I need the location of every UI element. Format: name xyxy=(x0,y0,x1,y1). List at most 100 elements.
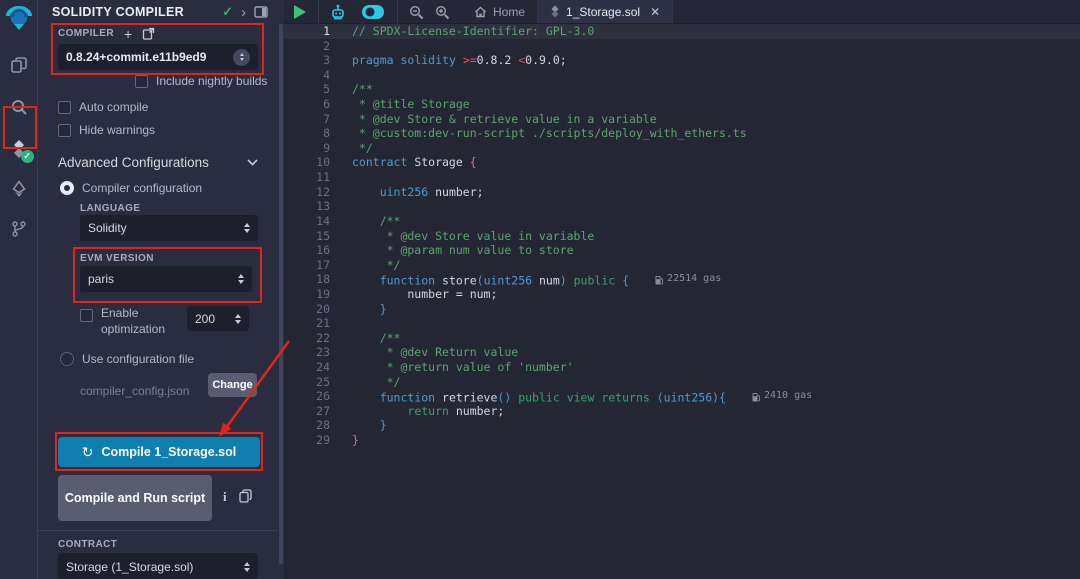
ai-toggle-icon[interactable] xyxy=(361,4,385,20)
line-number[interactable]: 13 xyxy=(284,199,330,214)
compiler-version-select[interactable]: 0.8.24+commit.e11b9ed9 xyxy=(58,44,258,70)
line-number[interactable]: 19 xyxy=(284,287,330,302)
run-script-icon[interactable] xyxy=(294,5,306,19)
code-line[interactable]: 5/** xyxy=(284,82,1080,97)
hide-warnings-checkbox-row[interactable]: Hide warnings xyxy=(58,123,155,137)
code-line[interactable]: 29} xyxy=(284,433,1080,448)
chevron-right-icon[interactable]: › xyxy=(241,5,246,20)
line-number[interactable]: 29 xyxy=(284,433,330,448)
code-line[interactable]: 2 xyxy=(284,39,1080,54)
pin-panel-icon[interactable] xyxy=(254,6,268,18)
zoom-out-icon[interactable] xyxy=(408,4,424,20)
code-line[interactable]: 23 * @dev Return value xyxy=(284,345,1080,360)
code-line[interactable]: 25 */ xyxy=(284,375,1080,390)
code-line[interactable]: 24 * @return value of 'number' xyxy=(284,360,1080,375)
solidity-compiler-item[interactable]: ✓ xyxy=(0,130,38,168)
change-config-button[interactable]: Change xyxy=(208,373,257,397)
line-number[interactable]: 4 xyxy=(284,68,330,83)
line-number[interactable]: 12 xyxy=(284,185,330,200)
line-number[interactable]: 23 xyxy=(284,345,330,360)
code-line[interactable]: 7 * @dev Store & retrieve value in a var… xyxy=(284,112,1080,127)
git-item[interactable] xyxy=(0,210,38,248)
deploy-run-item[interactable] xyxy=(0,170,38,208)
tab-home[interactable]: Home xyxy=(462,0,538,23)
close-tab-icon[interactable]: ✕ xyxy=(650,5,660,19)
code-line[interactable]: 15 * @dev Store value in variable xyxy=(284,229,1080,244)
compile-button[interactable]: ↻ Compile 1_Storage.sol xyxy=(58,437,260,467)
line-number[interactable]: 8 xyxy=(284,126,330,141)
code-line[interactable]: 18 function store(uint256 num) public {2… xyxy=(284,272,1080,287)
zoom-in-icon[interactable] xyxy=(434,4,450,20)
code-editor[interactable]: 1// SPDX-License-Identifier: GPL-3.023pr… xyxy=(284,24,1080,579)
code-line[interactable]: 11 xyxy=(284,170,1080,185)
remix-logo[interactable] xyxy=(0,0,38,36)
line-number[interactable]: 28 xyxy=(284,418,330,433)
code-line[interactable]: 3pragma solidity >=0.8.2 <0.9.0; xyxy=(284,53,1080,68)
code-line[interactable]: 4 xyxy=(284,68,1080,83)
contract-select[interactable]: Storage (1_Storage.sol) xyxy=(58,553,258,579)
file-explorer-item[interactable] xyxy=(0,46,38,84)
copy-icon[interactable] xyxy=(239,489,252,503)
line-number[interactable]: 25 xyxy=(284,375,330,390)
line-number[interactable]: 6 xyxy=(284,97,330,112)
auto-compile-checkbox-row[interactable]: Auto compile xyxy=(58,100,148,114)
tab-storage-sol[interactable]: 1_Storage.sol ✕ xyxy=(538,0,673,23)
compile-and-run-button[interactable]: Compile and Run script xyxy=(58,475,212,521)
remix-ai-icon[interactable] xyxy=(329,3,347,21)
search-item[interactable] xyxy=(0,88,38,126)
info-icon[interactable]: i xyxy=(223,489,227,505)
code-line[interactable]: 27 return number; xyxy=(284,404,1080,419)
nightly-builds-checkbox[interactable] xyxy=(135,75,148,88)
hide-warnings-checkbox[interactable] xyxy=(58,124,71,137)
code-line[interactable]: 14 /** xyxy=(284,214,1080,229)
enable-optimization-checkbox[interactable] xyxy=(80,309,93,322)
evm-version-select[interactable]: paris xyxy=(80,266,252,292)
code-line[interactable]: 16 * @param num value to store xyxy=(284,243,1080,258)
code-line[interactable]: 13 xyxy=(284,199,1080,214)
line-number[interactable]: 22 xyxy=(284,331,330,346)
language-select[interactable]: Solidity xyxy=(80,215,258,241)
optimization-runs-input[interactable]: 200 xyxy=(187,306,249,331)
line-number[interactable]: 16 xyxy=(284,243,330,258)
code-line[interactable]: 28 } xyxy=(284,418,1080,433)
advanced-configurations-toggle[interactable]: Advanced Configurations xyxy=(58,155,258,170)
code-line[interactable]: 26 function retrieve() public view retur… xyxy=(284,389,1080,404)
line-number[interactable]: 1 xyxy=(284,24,330,39)
line-number[interactable]: 10 xyxy=(284,155,330,170)
line-number[interactable]: 2 xyxy=(284,39,330,54)
line-number[interactable]: 20 xyxy=(284,302,330,317)
code-line[interactable]: 12 uint256 number; xyxy=(284,185,1080,200)
compiler-configuration-radio-row[interactable]: Compiler configuration xyxy=(60,181,202,195)
open-compiler-icon[interactable] xyxy=(142,27,155,40)
code-line[interactable]: 8 * @custom:dev-run-script ./scripts/dep… xyxy=(284,126,1080,141)
code-line[interactable]: 6 * @title Storage xyxy=(284,97,1080,112)
line-number[interactable]: 5 xyxy=(284,82,330,97)
line-number[interactable]: 14 xyxy=(284,214,330,229)
line-number[interactable]: 18 xyxy=(284,272,330,287)
line-number[interactable]: 9 xyxy=(284,141,330,156)
line-number[interactable]: 11 xyxy=(284,170,330,185)
line-number[interactable]: 21 xyxy=(284,316,330,331)
line-number[interactable]: 15 xyxy=(284,229,330,244)
config-file-name[interactable]: compiler_config.json xyxy=(80,384,189,398)
line-number[interactable]: 24 xyxy=(284,360,330,375)
nightly-builds-checkbox-row[interactable]: Include nightly builds xyxy=(135,74,267,88)
code-line[interactable]: 20 } xyxy=(284,302,1080,317)
code-line[interactable]: 1// SPDX-License-Identifier: GPL-3.0 xyxy=(284,24,1080,39)
line-number[interactable]: 3 xyxy=(284,53,330,68)
auto-compile-checkbox[interactable] xyxy=(58,101,71,114)
line-number[interactable]: 17 xyxy=(284,258,330,273)
code-line[interactable]: 21 xyxy=(284,316,1080,331)
use-configuration-file-radio-row[interactable]: Use configuration file xyxy=(60,352,194,366)
compiler-configuration-radio[interactable] xyxy=(60,181,74,195)
code-line[interactable]: 9 */ xyxy=(284,141,1080,156)
code-line[interactable]: 22 /** xyxy=(284,331,1080,346)
code-line[interactable]: 19 number = num; xyxy=(284,287,1080,302)
add-compiler-icon[interactable]: + xyxy=(124,29,132,39)
use-configuration-file-radio[interactable] xyxy=(60,352,74,366)
code-line[interactable]: 17 */ xyxy=(284,258,1080,273)
line-number[interactable]: 26 xyxy=(284,389,330,404)
line-number[interactable]: 7 xyxy=(284,112,330,127)
code-line[interactable]: 10contract Storage { xyxy=(284,155,1080,170)
line-number[interactable]: 27 xyxy=(284,404,330,419)
